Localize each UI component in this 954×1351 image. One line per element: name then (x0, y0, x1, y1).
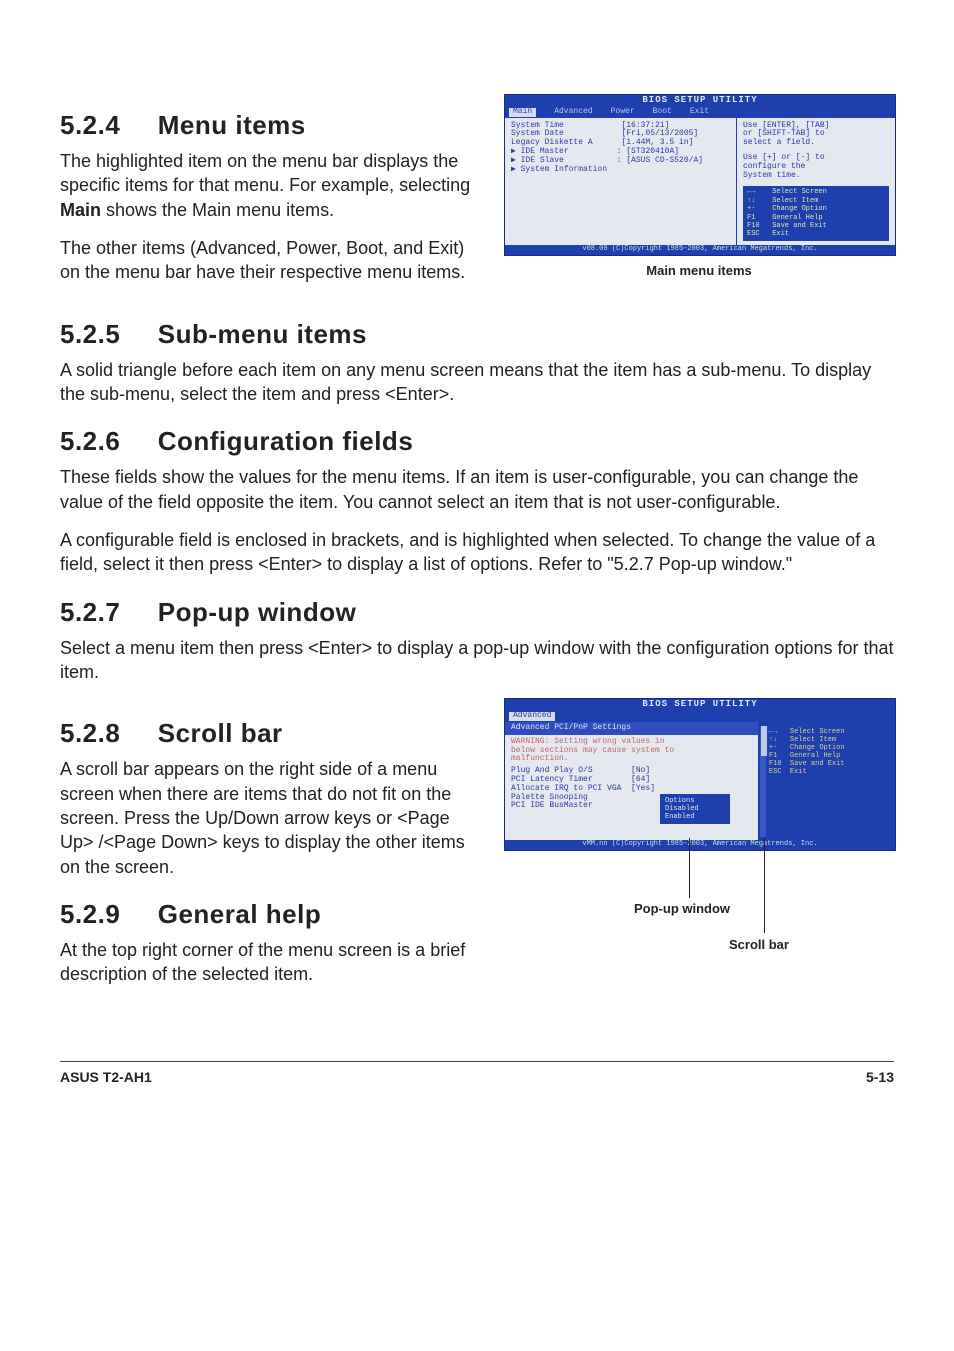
bios-warning: WARNING: Setting wrong values in below s… (511, 738, 752, 764)
bios-tab: Boot (653, 108, 672, 117)
page-footer: ASUS T2-AH1 5-13 (60, 1061, 894, 1087)
scrollbar-thumb (761, 726, 767, 756)
heading-num: 5.2.4 (60, 108, 150, 143)
bios-menubar: Main Advanced Power Boot Exit (505, 107, 895, 118)
paragraph: A scroll bar appears on the right side o… (60, 757, 486, 878)
bios-right-pane: ←→ Select Screen ↑↓ Select Item +- Chang… (759, 722, 895, 840)
heading-title: Menu items (158, 110, 306, 140)
bios-footer: v08.00 (C)Copyright 1985-2003, American … (505, 245, 895, 255)
paragraph: The other items (Advanced, Power, Boot, … (60, 236, 486, 285)
bios-help-box: ←→ Select Screen ↑↓ Select Item +- Chang… (743, 186, 889, 240)
heading-5-2-6: 5.2.6 Configuration fields (60, 424, 894, 459)
popup-options-box: Options Disabled Enabled (660, 794, 730, 824)
footer-left: ASUS T2-AH1 (60, 1068, 152, 1087)
heading-5-2-4: 5.2.4 Menu items (60, 108, 486, 143)
paragraph: A solid triangle before each item on any… (60, 358, 894, 407)
bios-tab-main: Main (509, 108, 536, 117)
bios-tab: Power (611, 108, 635, 117)
heading-5-2-8: 5.2.8 Scroll bar (60, 716, 486, 751)
bios-menubar: Advanced (505, 711, 895, 722)
bios-right-pane: Use [ENTER], [TAB] or [SHIFT-TAB] to sel… (737, 118, 895, 245)
paragraph: These fields show the values for the men… (60, 465, 894, 514)
paragraph: Select a menu item then press <Enter> to… (60, 636, 894, 685)
bios-advanced-screenshot: BIOS SETUP UTILITY Advanced Advanced PCI… (504, 698, 896, 850)
bios-title: BIOS SETUP UTILITY (505, 95, 895, 107)
heading-5-2-9: 5.2.9 General help (60, 897, 486, 932)
heading-5-2-5: 5.2.5 Sub-menu items (60, 317, 894, 352)
callout-scroll: Scroll bar (729, 936, 789, 954)
bios-left-pane: System Time [16:37:21] System Date [Fri,… (505, 118, 737, 245)
footer-right: 5-13 (866, 1068, 894, 1087)
bios-tab-advanced: Advanced (509, 712, 555, 721)
paragraph: The highlighted item on the menu bar dis… (60, 149, 486, 222)
paragraph: At the top right corner of the menu scre… (60, 938, 486, 987)
callout-line (764, 838, 765, 933)
bios-tab: Advanced (554, 108, 592, 117)
bios-tab: Exit (690, 108, 709, 117)
heading-5-2-7: 5.2.7 Pop-up window (60, 595, 894, 630)
callout-line (689, 838, 690, 898)
bios-main-screenshot: BIOS SETUP UTILITY Main Advanced Power B… (504, 94, 896, 256)
bios-subheading: Advanced PCI/PnP Settings (505, 722, 758, 735)
paragraph: A configurable field is enclosed in brac… (60, 528, 894, 577)
callout-popup: Pop-up window (634, 900, 730, 918)
figure-caption: Main menu items (504, 262, 894, 280)
